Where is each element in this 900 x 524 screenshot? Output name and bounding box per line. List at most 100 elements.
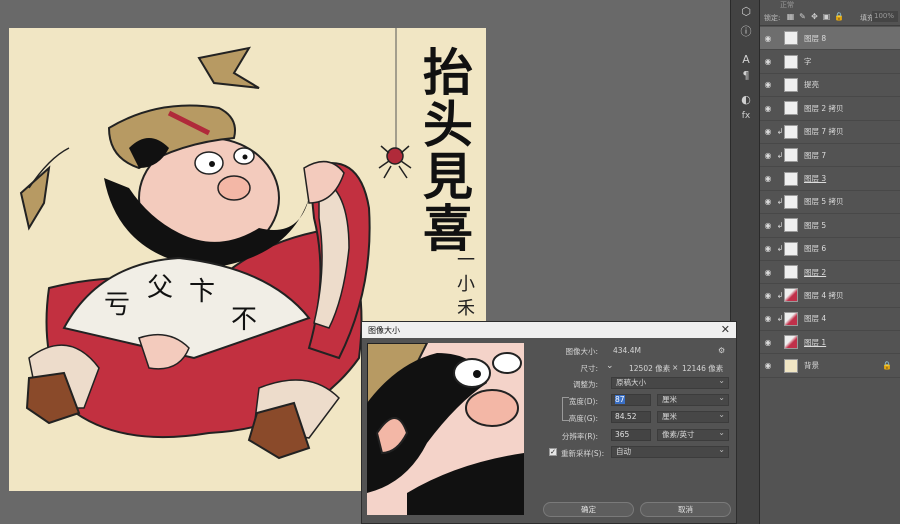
layer-thumbnail[interactable] — [784, 311, 798, 326]
layer-thumbnail[interactable] — [784, 124, 798, 139]
resolution-input[interactable]: 365 — [611, 429, 651, 441]
clipping-mask-icon: ↲ — [776, 150, 784, 160]
layer-row[interactable]: ◉ ↲ 图层 6 — [760, 238, 900, 261]
resample-value: 自动 — [616, 447, 631, 456]
layer-name[interactable]: 背景 — [804, 360, 819, 371]
layer-row[interactable]: ◉ 图层 2 — [760, 261, 900, 285]
svg-text:不: 不 — [231, 305, 257, 335]
info-icon[interactable]: ⓘ — [737, 24, 755, 40]
ok-button[interactable]: 确定 — [543, 502, 634, 517]
fit-to-value: 原稿大小 — [616, 378, 646, 387]
eye-icon[interactable]: ◉ — [760, 221, 776, 230]
layer-row[interactable]: ◉ ↲ 图层 5 — [760, 214, 900, 238]
layer-thumbnail[interactable] — [784, 148, 798, 163]
fill-input[interactable]: 100% — [872, 11, 898, 22]
layer-name[interactable]: 图层 4 — [804, 313, 826, 324]
adjustments-icon[interactable]: ◐ — [737, 92, 755, 108]
paragraph-icon[interactable]: ¶ — [737, 68, 755, 84]
resample-select[interactable]: 自动 — [611, 445, 729, 458]
eye-icon[interactable]: ◉ — [760, 174, 776, 183]
eye-icon[interactable]: ◉ — [760, 197, 776, 206]
cancel-button[interactable]: 取消 — [640, 502, 731, 517]
eye-icon[interactable]: ◉ — [760, 338, 776, 347]
layer-name[interactable]: 图层 3 — [804, 173, 826, 184]
layer-name[interactable]: 提亮 — [804, 79, 819, 90]
layer-row[interactable]: ◉ 背景 🔒 — [760, 354, 900, 378]
layer-thumbnail[interactable] — [784, 31, 798, 46]
image-preview[interactable] — [367, 343, 524, 515]
eye-icon[interactable]: ◉ — [760, 151, 776, 160]
layer-thumbnail[interactable] — [784, 265, 798, 280]
layer-row[interactable]: ◉ ↲ 图层 7 拷贝 — [760, 121, 900, 144]
resolution-unit-select[interactable]: 像素/英寸 — [657, 428, 729, 441]
artist-signature: 一小禾 — [454, 250, 475, 322]
lock-brush-icon[interactable]: ✎ — [798, 12, 807, 21]
layer-row[interactable]: ◉ ↲ 图层 4 拷贝 — [760, 284, 900, 308]
layer-row[interactable]: ◉ ↲ 图层 5 拷贝 — [760, 191, 900, 215]
layer-name[interactable]: 图层 2 — [804, 267, 826, 278]
layer-thumbnail[interactable] — [784, 54, 798, 69]
eye-icon[interactable]: ◉ — [760, 244, 776, 253]
width-unit-select[interactable]: 厘米 — [657, 393, 729, 406]
layer-name[interactable]: 图层 5 — [804, 220, 826, 231]
height-input[interactable]: 84.52 — [611, 411, 651, 423]
dimensions-dropdown-icon[interactable]: ⌄ — [606, 361, 614, 371]
layer-row[interactable]: ◉ 字 — [760, 50, 900, 74]
layer-thumbnail[interactable] — [784, 335, 798, 350]
layer-name[interactable]: 图层 5 拷贝 — [804, 196, 844, 207]
height-unit-select[interactable]: 厘米 — [657, 410, 729, 423]
layer-row[interactable]: ◉ 图层 2 拷贝 — [760, 97, 900, 121]
eye-icon[interactable]: ◉ — [760, 34, 776, 43]
layer-row[interactable]: ◉ 图层 3 — [760, 167, 900, 191]
eye-icon[interactable]: ◉ — [760, 57, 776, 66]
layer-name[interactable]: 图层 4 拷贝 — [804, 290, 844, 301]
layer-row[interactable]: ◉ 图层 8 — [760, 27, 900, 51]
layer-name[interactable]: 图层 2 拷贝 — [804, 103, 844, 114]
fit-to-select[interactable]: 原稿大小 — [611, 376, 729, 389]
lock-artboard-icon[interactable]: ▣ — [822, 12, 831, 21]
layer-thumbnail[interactable] — [784, 288, 798, 303]
layer-thumbnail[interactable] — [784, 171, 798, 186]
eye-icon[interactable]: ◉ — [760, 80, 776, 89]
layer-name[interactable]: 图层 7 — [804, 150, 826, 161]
title-char-1: 抬 — [423, 43, 473, 102]
eye-icon[interactable]: ◉ — [760, 361, 776, 370]
layer-row[interactable]: ◉ ↲ 图层 4 — [760, 308, 900, 332]
eye-icon[interactable]: ◉ — [760, 314, 776, 323]
width-value: 87 — [615, 395, 625, 404]
width-input[interactable]: 87 — [611, 394, 651, 406]
layer-row[interactable]: ◉ ↲ 图层 7 — [760, 144, 900, 168]
layer-thumbnail[interactable] — [784, 241, 798, 256]
eye-icon[interactable]: ◉ — [760, 127, 776, 136]
eye-icon[interactable]: ◉ — [760, 291, 776, 300]
layer-name[interactable]: 图层 7 拷贝 — [804, 126, 844, 137]
width-unit: 厘米 — [662, 395, 677, 404]
layer-thumbnail[interactable] — [784, 101, 798, 116]
eye-icon[interactable]: ◉ — [760, 104, 776, 113]
styles-icon[interactable]: fx — [737, 108, 755, 124]
layer-thumbnail[interactable] — [784, 358, 798, 373]
layer-name[interactable]: 图层 8 — [804, 33, 826, 44]
character-icon[interactable]: A — [737, 52, 755, 68]
dialog-titlebar[interactable]: 图像大小 ✕ — [362, 322, 736, 338]
lock-label: 锁定: — [764, 14, 781, 22]
layer-thumbnail[interactable] — [784, 77, 798, 92]
layer-row[interactable]: ◉ 图层 1 — [760, 331, 900, 355]
lock-transparent-icon[interactable]: ▦ — [786, 12, 795, 21]
lock-all-icon[interactable]: 🔒 — [834, 12, 844, 21]
layer-name[interactable]: 字 — [804, 56, 812, 67]
layer-thumbnail[interactable] — [784, 218, 798, 233]
title-char-4: 喜 — [423, 199, 473, 258]
layer-name[interactable]: 图层 6 — [804, 243, 826, 254]
blend-mode-select[interactable]: 正常 — [780, 0, 794, 10]
layer-name[interactable]: 图层 1 — [804, 337, 826, 348]
cube-icon[interactable]: ⬡ — [737, 4, 755, 20]
clipping-mask-icon: ↲ — [776, 314, 784, 324]
eye-icon[interactable]: ◉ — [760, 268, 776, 277]
close-icon[interactable]: ✕ — [721, 323, 730, 336]
layer-thumbnail[interactable] — [784, 194, 798, 209]
layer-row[interactable]: ◉ 提亮 — [760, 74, 900, 98]
lock-move-icon[interactable]: ✥ — [810, 12, 819, 21]
resample-checkbox[interactable]: ✓ — [549, 448, 557, 456]
gear-icon[interactable]: ⚙ — [718, 346, 725, 355]
